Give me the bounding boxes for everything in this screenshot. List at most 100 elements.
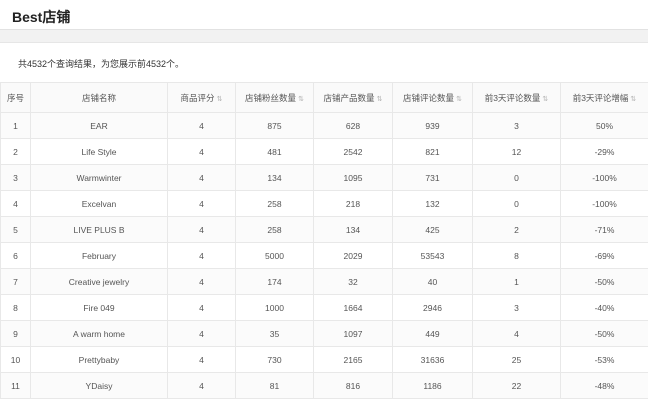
cell-product-rating: 4 xyxy=(168,191,236,217)
table-row[interactable]: 10Prettybaby473021653163625-53% xyxy=(1,347,648,373)
cell-shop-name: Prettybaby xyxy=(31,347,168,373)
cell-review-growth-3d: 50% xyxy=(561,113,648,139)
cell-product-count: 1095 xyxy=(314,165,393,191)
cell-review-growth-3d: -69% xyxy=(561,243,648,269)
cell-follower-count: 174 xyxy=(236,269,314,295)
cell-follower-count: 258 xyxy=(236,191,314,217)
cell-rank: 2 xyxy=(1,139,31,165)
sort-icon[interactable]: ⇅ xyxy=(630,96,636,103)
table-row[interactable]: 3Warmwinter413410957310-100% xyxy=(1,165,648,191)
table-row[interactable]: 1EAR4875628939350% xyxy=(1,113,648,139)
results-panel: 共4532个查询结果，为您展示前4532个。 序号店铺名称商品评分⇅店铺粉丝数量… xyxy=(0,42,648,401)
cell-review-count: 449 xyxy=(393,321,473,347)
cell-product-count: 2165 xyxy=(314,347,393,373)
shop-table: 序号店铺名称商品评分⇅店铺粉丝数量⇅店铺产品数量⇅店铺评论数量⇅前3天评论数量⇅… xyxy=(0,82,648,399)
column-header-product-count[interactable]: 店铺产品数量⇅ xyxy=(314,83,393,113)
cell-rank: 6 xyxy=(1,243,31,269)
cell-rank: 11 xyxy=(1,373,31,399)
cell-product-rating: 4 xyxy=(168,217,236,243)
column-header-rank: 序号 xyxy=(1,83,31,113)
sort-icon[interactable]: ⇅ xyxy=(217,96,223,103)
cell-rank: 3 xyxy=(1,165,31,191)
table-row[interactable]: 4Excelvan42582181320-100% xyxy=(1,191,648,217)
table-header-row: 序号店铺名称商品评分⇅店铺粉丝数量⇅店铺产品数量⇅店铺评论数量⇅前3天评论数量⇅… xyxy=(1,83,648,113)
cell-follower-count: 134 xyxy=(236,165,314,191)
cell-review-growth-3d: -71% xyxy=(561,217,648,243)
cell-product-count: 1664 xyxy=(314,295,393,321)
result-summary: 共4532个查询结果，为您展示前4532个。 xyxy=(18,57,184,70)
column-header-label: 商品评分 xyxy=(181,93,215,103)
cell-shop-name: LIVE PLUS B xyxy=(31,217,168,243)
cell-review-count: 821 xyxy=(393,139,473,165)
cell-review-count-3d: 3 xyxy=(473,113,561,139)
cell-review-count: 939 xyxy=(393,113,473,139)
cell-review-count: 31636 xyxy=(393,347,473,373)
cell-product-count: 2029 xyxy=(314,243,393,269)
cell-rank: 7 xyxy=(1,269,31,295)
cell-shop-name: Fire 049 xyxy=(31,295,168,321)
cell-follower-count: 730 xyxy=(236,347,314,373)
sort-icon[interactable]: ⇅ xyxy=(298,96,304,103)
column-header-review-growth-3d[interactable]: 前3天评论增幅⇅ xyxy=(561,83,648,113)
cell-review-count: 40 xyxy=(393,269,473,295)
column-header-review-count-3d[interactable]: 前3天评论数量⇅ xyxy=(473,83,561,113)
cell-product-count: 134 xyxy=(314,217,393,243)
column-header-product-rating[interactable]: 商品评分⇅ xyxy=(168,83,236,113)
cell-rank: 5 xyxy=(1,217,31,243)
cell-rank: 4 xyxy=(1,191,31,217)
cell-shop-name: Warmwinter xyxy=(31,165,168,191)
cell-product-rating: 4 xyxy=(168,269,236,295)
column-header-follower-count[interactable]: 店铺粉丝数量⇅ xyxy=(236,83,314,113)
cell-product-rating: 4 xyxy=(168,321,236,347)
table-row[interactable]: 11YDaisy481816118622-48% xyxy=(1,373,648,399)
column-header-label: 店铺名称 xyxy=(82,93,116,103)
column-header-label: 店铺评论数量 xyxy=(403,93,454,103)
cell-review-count: 1186 xyxy=(393,373,473,399)
cell-product-count: 218 xyxy=(314,191,393,217)
cell-review-growth-3d: -53% xyxy=(561,347,648,373)
sort-icon[interactable]: ⇅ xyxy=(542,96,548,103)
cell-product-rating: 4 xyxy=(168,347,236,373)
cell-review-count-3d: 8 xyxy=(473,243,561,269)
table-row[interactable]: 8Fire 04941000166429463-40% xyxy=(1,295,648,321)
column-header-label: 前3天评论数量 xyxy=(485,93,541,103)
cell-review-count-3d: 1 xyxy=(473,269,561,295)
table-row[interactable]: 5LIVE PLUS B42581344252-71% xyxy=(1,217,648,243)
cell-review-count-3d: 25 xyxy=(473,347,561,373)
cell-review-count: 132 xyxy=(393,191,473,217)
cell-review-count: 425 xyxy=(393,217,473,243)
cell-product-count: 2542 xyxy=(314,139,393,165)
column-header-review-count[interactable]: 店铺评论数量⇅ xyxy=(393,83,473,113)
cell-shop-name: Creative jewelry xyxy=(31,269,168,295)
column-header-label: 前3天评论增幅 xyxy=(573,93,629,103)
table-row[interactable]: 9A warm home43510974494-50% xyxy=(1,321,648,347)
cell-product-rating: 4 xyxy=(168,113,236,139)
column-header-label: 店铺产品数量 xyxy=(324,93,375,103)
cell-review-count: 2946 xyxy=(393,295,473,321)
cell-review-count-3d: 4 xyxy=(473,321,561,347)
cell-review-count-3d: 22 xyxy=(473,373,561,399)
sort-icon[interactable]: ⇅ xyxy=(377,96,383,103)
sort-icon[interactable]: ⇅ xyxy=(456,96,462,103)
cell-review-count-3d: 3 xyxy=(473,295,561,321)
cell-review-count-3d: 2 xyxy=(473,217,561,243)
table-row[interactable]: 6February450002029535438-69% xyxy=(1,243,648,269)
cell-product-rating: 4 xyxy=(168,295,236,321)
page-header: Best店铺 xyxy=(0,0,648,30)
cell-review-count: 53543 xyxy=(393,243,473,269)
cell-product-count: 628 xyxy=(314,113,393,139)
cell-review-growth-3d: -100% xyxy=(561,191,648,217)
cell-review-count-3d: 0 xyxy=(473,191,561,217)
cell-follower-count: 1000 xyxy=(236,295,314,321)
cell-shop-name: EAR xyxy=(31,113,168,139)
cell-product-count: 32 xyxy=(314,269,393,295)
table-body: 1EAR4875628939350%2Life Style44812542821… xyxy=(1,113,648,399)
cell-shop-name: YDaisy xyxy=(31,373,168,399)
table-row[interactable]: 2Life Style4481254282112-29% xyxy=(1,139,648,165)
cell-follower-count: 81 xyxy=(236,373,314,399)
page-title: Best店铺 xyxy=(12,7,70,27)
table-row[interactable]: 7Creative jewelry417432401-50% xyxy=(1,269,648,295)
cell-follower-count: 481 xyxy=(236,139,314,165)
cell-review-growth-3d: -50% xyxy=(561,269,648,295)
cell-review-count-3d: 12 xyxy=(473,139,561,165)
